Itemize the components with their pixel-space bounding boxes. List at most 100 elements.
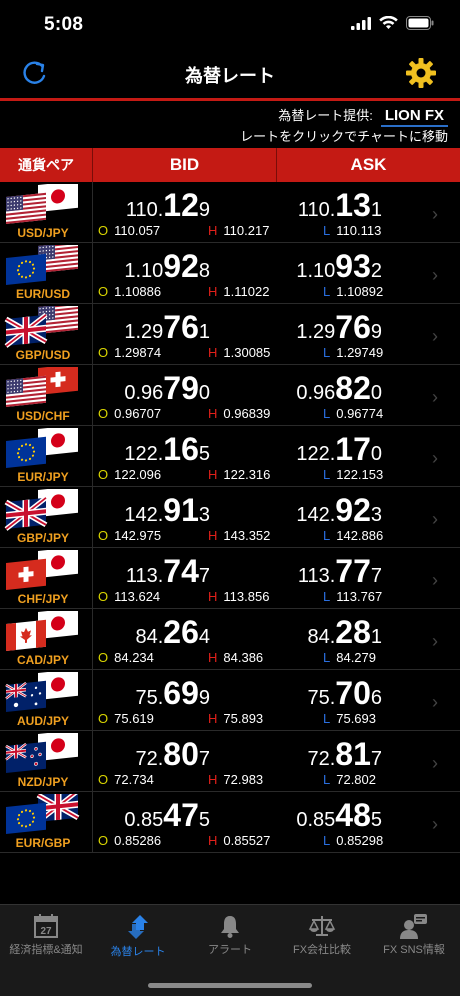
bid-fraction: 9: [198, 687, 210, 709]
high-price: 0.85527: [223, 833, 271, 848]
battery-icon: [406, 16, 434, 30]
low-marker: L: [323, 589, 331, 604]
bid-price[interactable]: 72. 80 7: [135, 738, 210, 771]
pair-label: GBP/JPY: [16, 531, 70, 545]
tab-economic-indicators[interactable]: 27 経済指標&通知: [0, 911, 92, 971]
bid-price[interactable]: 1.10 92 8: [124, 248, 210, 284]
new-zealand-flag-icon: [5, 741, 46, 773]
high-value: H 110.217: [208, 223, 269, 238]
ask-price[interactable]: 75. 70 6: [307, 677, 382, 710]
bid-pips: 47: [163, 797, 199, 833]
high-marker: H: [208, 772, 218, 787]
bid-price[interactable]: 122. 16 5: [124, 433, 210, 466]
bid-price[interactable]: 84. 26 4: [135, 616, 210, 649]
bid-prefix: 0.85: [124, 809, 164, 831]
low-value: L 0.85298: [323, 833, 383, 848]
bid-prefix: 122.: [124, 443, 164, 465]
tab-fx-compare[interactable]: FX会社比較: [276, 911, 368, 971]
high-price: 110.217: [223, 223, 270, 238]
uk-flag-icon: [4, 312, 48, 348]
open-value: O 122.096: [98, 467, 161, 482]
open-marker: O: [98, 833, 109, 848]
scale-icon: [308, 916, 336, 936]
bid-pips: 92: [163, 248, 199, 284]
ask-price[interactable]: 142. 92 3: [296, 494, 382, 527]
ask-price[interactable]: 110. 13 1: [298, 189, 382, 222]
ask-price[interactable]: 84. 28 1: [307, 616, 382, 649]
rate-row[interactable]: NZD/JPY 72. 80 7 72. 81 7 O 72.734 H 72.983 L7…: [0, 731, 460, 792]
pair-label: AUD/JPY: [16, 714, 69, 728]
low-value: L 122.153: [323, 467, 383, 482]
ask-price[interactable]: 122. 17 0: [296, 433, 382, 466]
bid-price[interactable]: 142. 91 3: [124, 494, 210, 527]
chevron-right-icon: ›: [432, 326, 438, 346]
ask-price[interactable]: 72. 81 7: [307, 738, 382, 771]
ask-fraction: 7: [370, 748, 382, 770]
rate-row[interactable]: AUD/JPY 75. 69 9 75. 70 6 O 75.619 H 75.893 L7…: [0, 670, 460, 731]
bid-price[interactable]: 0.85 47 5: [124, 797, 210, 833]
rate-row[interactable]: USD/CHF 0.96 79 0 0.96 82 0 O 0.96707 H 0.9683…: [0, 365, 460, 426]
open-value: O 110.057: [98, 223, 160, 238]
rate-row[interactable]: GBP/JPY 142. 91 3 142. 92 3 O 142.975 H 143.35…: [0, 487, 460, 548]
rate-row[interactable]: EUR/JPY 122. 16 5 122. 17 0 O 122.096 H 122.31…: [0, 426, 460, 487]
ask-pips: 77: [335, 553, 371, 589]
ask-price[interactable]: 1.29 76 9: [296, 311, 382, 344]
status-bar: 5:08: [0, 0, 460, 50]
open-value: O 84.234: [98, 650, 154, 665]
ask-price[interactable]: 113. 77 7: [298, 553, 382, 589]
high-marker: H: [208, 223, 218, 238]
bid-price[interactable]: 1.29 76 1: [124, 309, 210, 345]
low-marker: L: [323, 467, 331, 482]
open-marker: O: [98, 589, 109, 604]
bid-price[interactable]: 75. 69 9: [135, 677, 210, 710]
open-marker: O: [98, 772, 109, 787]
open-price: 113.624: [114, 589, 161, 604]
tab-alerts[interactable]: アラート: [184, 911, 276, 971]
rate-row[interactable]: USD/JPY 110. 12 9 110. 13 1 O 110.057 H 110.21…: [0, 182, 460, 243]
ask-prefix: 1.10: [296, 260, 336, 282]
tab-label: アラート: [208, 944, 252, 956]
bid-price[interactable]: 113. 74 7: [126, 555, 210, 588]
canada-flag-icon: [6, 619, 46, 651]
pair-flags: NZD/JPY: [0, 731, 93, 792]
tab-fx-sns[interactable]: FX SNS情報: [368, 911, 460, 971]
low-value: L 110.113: [323, 223, 381, 238]
open-price: 0.96707: [114, 406, 162, 421]
ask-prefix: 75.: [307, 687, 336, 709]
open-value: O 142.975: [98, 528, 161, 543]
high-value: H 113.856: [208, 589, 269, 604]
high-value: H 122.316: [208, 467, 270, 482]
bid-price[interactable]: 110. 12 9: [126, 189, 210, 222]
bid-fraction: 8: [198, 260, 210, 282]
rate-row[interactable]: EUR/GBP 0.85 47 5 0.85 48 5 O 0.85286 H 0.8552…: [0, 792, 460, 853]
low-value: L 0.96774: [323, 406, 383, 421]
ask-price[interactable]: 0.85 48 5: [296, 799, 382, 832]
high-marker: H: [208, 528, 218, 543]
gear-icon[interactable]: [404, 56, 438, 90]
calendar-icon: 27: [34, 914, 58, 938]
bid-fraction: 9: [198, 199, 210, 221]
tab-label: FX SNS情報: [383, 944, 445, 956]
open-price: 84.234: [114, 650, 154, 665]
rate-row[interactable]: GBP/USD 1.29 76 1 1.29 76 9 O 1.29874 H 1.3008…: [0, 304, 460, 365]
ask-price[interactable]: 0.96 82 0: [296, 372, 382, 405]
ask-pips: 93: [335, 248, 371, 284]
tab-exchange-rates[interactable]: 為替レート: [92, 911, 184, 971]
chevron-right-icon: ›: [432, 814, 438, 834]
rate-row[interactable]: EUR/USD 1.10 92 8 1.10 93 2 O 1.10886 H 1.1102…: [0, 243, 460, 304]
low-price: 0.85298: [336, 833, 384, 848]
ask-fraction: 2: [370, 260, 382, 282]
provider-name[interactable]: LION FX: [380, 106, 448, 127]
high-value: H 0.96839: [208, 406, 270, 421]
ask-fraction: 0: [370, 382, 382, 404]
bid-pips: 76: [163, 309, 199, 345]
open-marker: O: [98, 711, 109, 726]
pair-flags: USD/JPY: [0, 182, 93, 243]
rate-row[interactable]: CAD/JPY 84. 26 4 84. 28 1 O 84.234 H 84.386 L8…: [0, 609, 460, 670]
ask-price[interactable]: 1.10 93 2: [296, 248, 382, 284]
open-marker: O: [98, 528, 109, 543]
bid-price[interactable]: 0.96 79 0: [124, 372, 210, 405]
rate-row[interactable]: CHF/JPY 113. 74 7 113. 77 7 O 113.624 H 113.85…: [0, 548, 460, 609]
low-value: L 1.29749: [323, 345, 383, 360]
low-marker: L: [323, 406, 331, 421]
